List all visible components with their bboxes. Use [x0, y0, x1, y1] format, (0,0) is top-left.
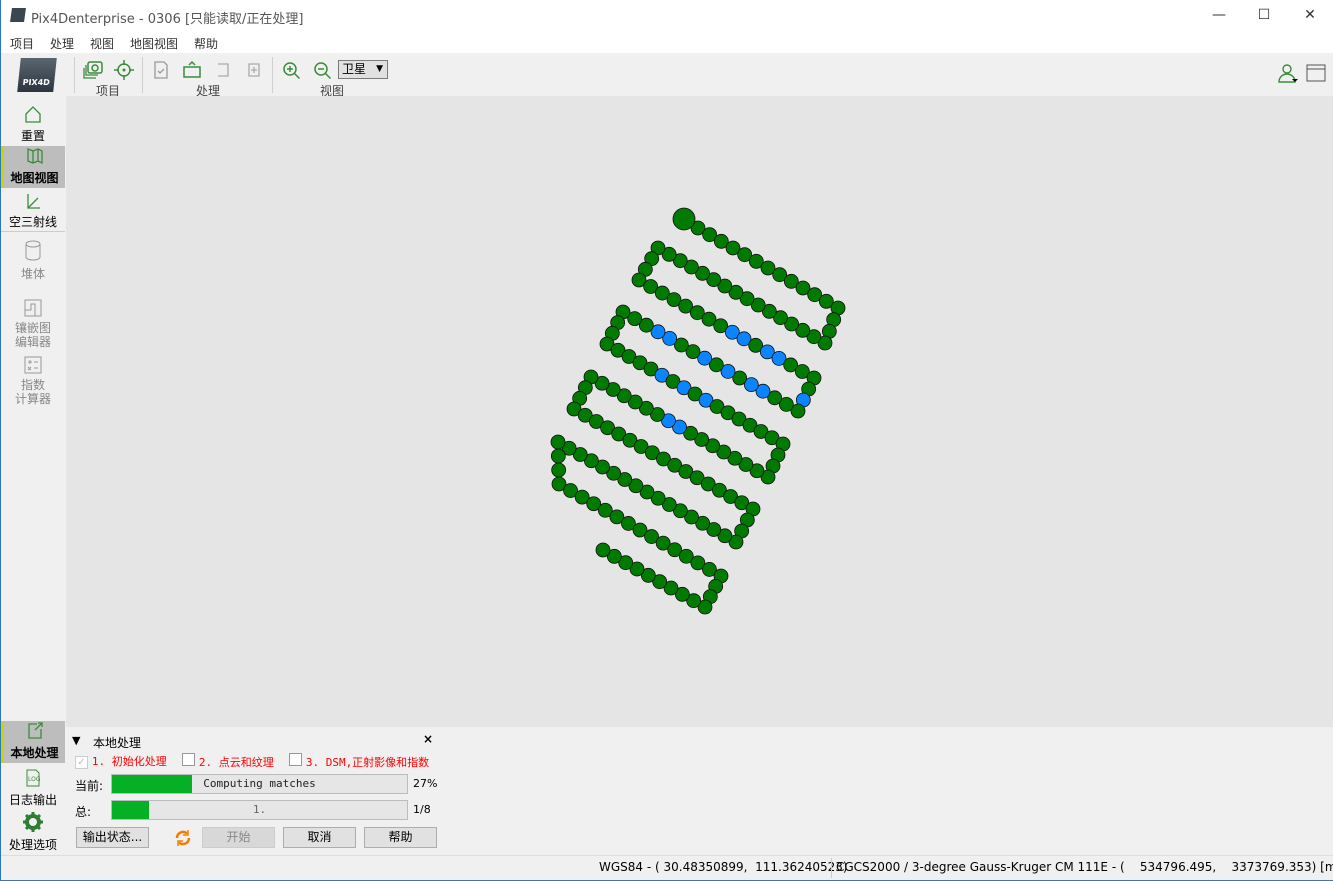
panel-close-button[interactable]: ×: [423, 732, 433, 746]
sidebar-item-local-processing[interactable]: 本地处理: [1, 721, 65, 763]
open-folder-icon[interactable]: [181, 59, 203, 81]
window-title: Pix4Denterprise - 0306 [只能读取/正在处理]: [31, 12, 304, 27]
sidebar-label: 指数 计算器: [14, 378, 51, 406]
gcp-icon[interactable]: [113, 59, 135, 81]
camera-position-marker[interactable]: [550, 434, 566, 450]
step-1-label: 1. 初始化处理: [91, 755, 167, 768]
zoom-in-icon[interactable]: [280, 59, 302, 81]
sidebar-item-mosaic-editor[interactable]: 镶嵌图 编辑器: [1, 284, 65, 349]
step-1-checkbox[interactable]: ✓ 1. 初始化处理: [75, 753, 167, 769]
total-count: 1/8: [413, 803, 431, 816]
chevron-down-icon: ▼: [376, 64, 383, 74]
camera-position-marker[interactable]: [672, 207, 696, 231]
map-icon: [26, 148, 43, 165]
log-icon: LOG: [26, 769, 41, 787]
total-label: 总:: [75, 805, 92, 819]
camera-position-marker[interactable]: [551, 462, 567, 478]
user-icon[interactable]: [1277, 62, 1299, 84]
maximize-button[interactable]: ☐: [1241, 0, 1287, 31]
camera-positions: [550, 207, 846, 615]
total-progress-bar: 1.: [111, 800, 408, 820]
menu-process[interactable]: 处理: [50, 35, 74, 52]
svg-text:LOG: LOG: [28, 776, 41, 783]
sidebar-item-reset[interactable]: 重置: [1, 104, 65, 148]
camera-position-marker[interactable]: [595, 542, 611, 558]
help-button[interactable]: 帮助: [364, 827, 437, 848]
cancel-button[interactable]: 取消: [283, 827, 356, 848]
current-percent: 27%: [413, 777, 438, 790]
step-3-checkbox[interactable]: 3. DSM,正射影像和指数: [289, 753, 434, 770]
status-bar: WGS84 - ( 30.48350899, 111.36240523) CGC…: [1, 855, 1333, 880]
calculator-icon: [24, 356, 42, 374]
home-icon: [25, 106, 41, 123]
gear-icon: [23, 812, 43, 832]
output-status-button[interactable]: 输出状态...: [76, 827, 149, 848]
basemap-select[interactable]: 卫星 ▼: [338, 60, 388, 79]
projected-coordinates: CGCS2000 / 3-degree Gauss-Kruger CM 111E…: [836, 860, 1333, 874]
sidebar-label: 堆体: [20, 267, 45, 281]
menu-bar: 项目 处理 视图 地图视图 帮助: [1, 31, 1333, 53]
menu-project[interactable]: 项目: [10, 35, 34, 52]
sidebar-label: 处理选项: [8, 838, 57, 852]
menu-map-view[interactable]: 地图视图: [130, 35, 178, 52]
current-progress-text: Computing matches: [203, 777, 316, 790]
basemap-value: 卫星: [342, 62, 367, 76]
menu-view[interactable]: 视图: [90, 35, 114, 52]
volume-icon: [25, 240, 41, 261]
title-bar: Pix4Denterprise - 0306 [只能读取/正在处理] — ☐ ✕: [1, 0, 1333, 31]
export-icon: [27, 722, 43, 739]
camera-icon[interactable]: [82, 59, 104, 81]
sidebar-item-rays[interactable]: 空三射线: [1, 192, 65, 232]
rays-icon: [27, 194, 40, 209]
sidebar-item-volume[interactable]: 堆体: [1, 240, 65, 282]
sidebar-label: 日志输出: [8, 793, 57, 807]
current-label: 当前:: [75, 779, 104, 793]
minimize-button[interactable]: —: [1196, 0, 1242, 31]
mosaic-icon: [24, 299, 42, 317]
add-process-icon[interactable]: [243, 59, 265, 81]
sidebar: 重置 地图视图 空三射线 堆体 镶嵌图 编辑器 指数 计算器 本地处理 LOG 日…: [1, 96, 65, 856]
sidebar-item-processing-options[interactable]: 处理选项: [1, 811, 65, 853]
check-file-icon[interactable]: [150, 59, 172, 81]
sidebar-label: 地图视图: [10, 171, 59, 185]
sidebar-item-index-calculator[interactable]: 指数 计算器: [1, 341, 65, 406]
refresh-icon[interactable]: [173, 828, 193, 848]
step-2-checkbox[interactable]: 2. 点云和纹理: [182, 753, 274, 770]
wgs84-coordinates: WGS84 - ( 30.48350899, 111.36240523): [599, 860, 848, 874]
start-button[interactable]: 开始: [202, 827, 275, 848]
local-processing-panel: ▼ 本地处理 × ✓ 1. 初始化处理 2. 点云和纹理 3. DSM,正射影像…: [66, 727, 1333, 855]
sidebar-item-log[interactable]: LOG 日志输出: [1, 768, 65, 810]
step-3-label: 3. DSM,正射影像和指数: [305, 756, 430, 769]
toolbar: PIX4D 项目 处理 视图: [1, 53, 1333, 98]
sidebar-label: 空三射线: [8, 215, 57, 229]
pix4d-logo: PIX4D: [17, 58, 57, 92]
panel-toggle-icon[interactable]: [1306, 64, 1326, 82]
total-progress-text: 1.: [252, 803, 267, 816]
zoom-out-icon[interactable]: [311, 59, 333, 81]
reprocess-icon[interactable]: [212, 59, 234, 81]
camera-position-marker[interactable]: [550, 448, 566, 464]
sidebar-item-map-view[interactable]: 地图视图: [1, 146, 65, 188]
map-view[interactable]: [66, 96, 1333, 727]
current-progress-bar: Computing matches: [111, 774, 408, 794]
collapse-triangle-icon[interactable]: ▼: [72, 734, 80, 747]
step-2-label: 2. 点云和纹理: [198, 756, 274, 769]
sidebar-label: 本地处理: [10, 746, 59, 760]
menu-help[interactable]: 帮助: [194, 35, 218, 52]
close-button[interactable]: ✕: [1287, 0, 1333, 31]
app-icon: [10, 8, 26, 22]
panel-title: 本地处理: [93, 736, 142, 750]
sidebar-label: 重置: [20, 129, 45, 143]
